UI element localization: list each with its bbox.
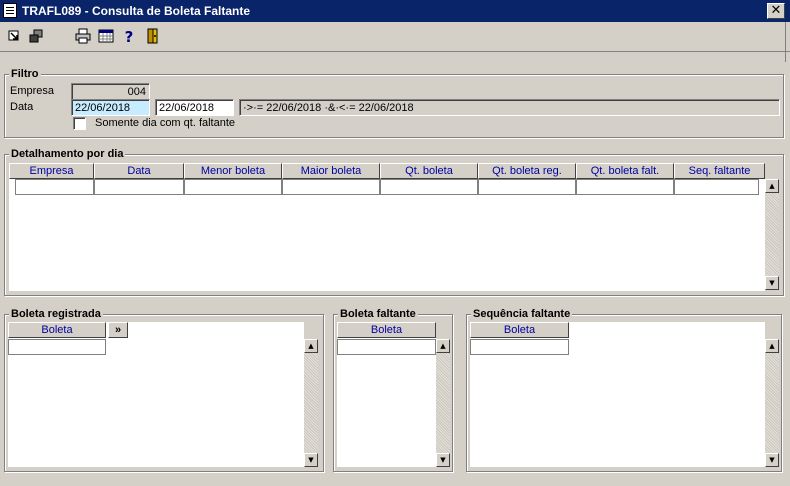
col-qt-boleta-reg-header[interactable]: Qt. boleta reg. [478, 163, 576, 179]
toolbar: ? [0, 22, 790, 52]
title-bar: TRAFL089 - Consulta de Boleta Faltante ✕ [0, 0, 790, 22]
help-icon[interactable]: ? [120, 28, 138, 46]
grid-cell[interactable] [15, 179, 94, 195]
scroll-up-icon[interactable]: ▲ [765, 179, 779, 193]
filtro-title: Filtro [9, 68, 41, 80]
col-data-header[interactable]: Data [94, 163, 184, 179]
col-qt-boleta-falt-header[interactable]: Qt. boleta falt. [576, 163, 674, 179]
app-icon [3, 3, 17, 18]
print-icon[interactable] [74, 28, 92, 46]
sequencia-faltante-title: Sequência faltante [471, 308, 573, 320]
scroll-down-icon[interactable]: ▼ [765, 276, 779, 290]
window-title: TRAFL089 - Consulta de Boleta Faltante [22, 4, 251, 18]
close-button[interactable]: ✕ [767, 3, 785, 19]
data-from-field[interactable]: 22/06/2018 [71, 99, 150, 116]
scroll-down-icon[interactable]: ▼ [765, 453, 779, 467]
grid-cell[interactable] [380, 179, 478, 195]
empresa-field[interactable]: 004 [71, 83, 150, 100]
boleta-faltante-title: Boleta faltante [338, 308, 418, 320]
boleta-registrada-scrollbar[interactable]: ▲ ▼ [304, 339, 318, 467]
condition-field: ·>·= 22/06/2018 ·&·<·= 22/06/2018 [239, 99, 780, 116]
sequencia-faltante-cell[interactable] [470, 339, 569, 355]
col-menor-boleta-header[interactable]: Menor boleta [184, 163, 282, 179]
grid-cell[interactable] [94, 179, 184, 195]
boleta-registrada-header[interactable]: Boleta [8, 322, 106, 338]
somente-label: Somente dia com qt. faltante [95, 117, 236, 129]
somente-checkbox[interactable] [73, 117, 86, 130]
expand-button[interactable]: » [108, 322, 128, 338]
col-seq-faltante-header[interactable]: Seq. faltante [674, 163, 765, 179]
exit-icon[interactable] [5, 28, 23, 46]
scroll-up-icon[interactable]: ▲ [436, 339, 450, 353]
sequencia-faltante-scrollbar[interactable]: ▲ ▼ [765, 339, 779, 467]
grid-cell[interactable] [478, 179, 576, 195]
boleta-faltante-scrollbar[interactable]: ▲ ▼ [436, 339, 450, 467]
boleta-registrada-cell[interactable] [8, 339, 106, 355]
empresa-label: Empresa [10, 85, 55, 97]
boleta-registrada-title: Boleta registrada [9, 308, 103, 320]
grid-cell[interactable] [674, 179, 759, 195]
scroll-down-icon[interactable]: ▼ [304, 453, 318, 467]
calendar-icon[interactable] [97, 28, 115, 46]
toolbar-separator [785, 22, 790, 62]
grid-cell[interactable] [282, 179, 380, 195]
scroll-down-icon[interactable]: ▼ [436, 453, 450, 467]
detalhamento-title: Detalhamento por dia [9, 148, 126, 160]
grid-cell[interactable] [184, 179, 282, 195]
boleta-faltante-cell[interactable] [337, 339, 436, 355]
boleta-faltante-header[interactable]: Boleta [337, 322, 436, 338]
data-label: Data [10, 101, 34, 113]
scroll-up-icon[interactable]: ▲ [765, 339, 779, 353]
col-empresa-header[interactable]: Empresa [9, 163, 94, 179]
door-icon[interactable] [143, 28, 161, 46]
grid-cell[interactable] [576, 179, 674, 195]
copy-icon[interactable] [27, 28, 45, 46]
data-to-field[interactable]: 22/06/2018 [155, 99, 234, 116]
scroll-up-icon[interactable]: ▲ [304, 339, 318, 353]
sequencia-faltante-header[interactable]: Boleta [470, 322, 569, 338]
detalhamento-scrollbar[interactable]: ▲ ▼ [765, 179, 779, 290]
col-maior-boleta-header[interactable]: Maior boleta [282, 163, 380, 179]
col-qt-boleta-header[interactable]: Qt. boleta [380, 163, 478, 179]
